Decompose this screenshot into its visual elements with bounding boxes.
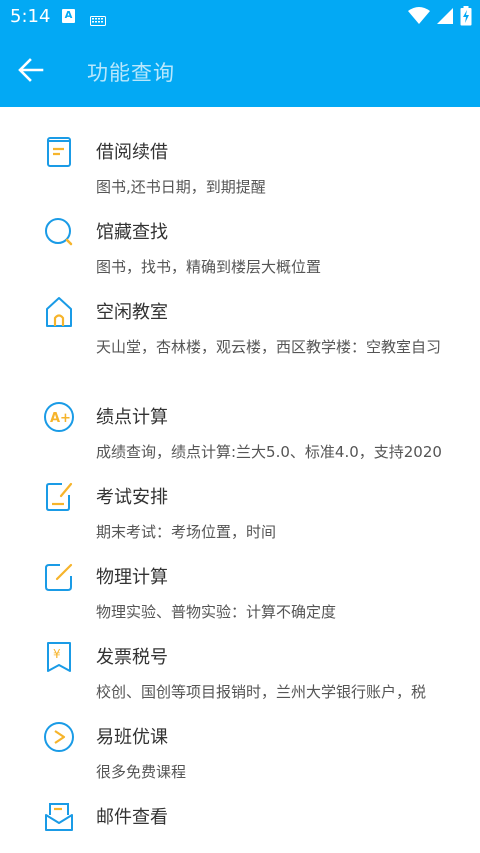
keyboard-icon <box>90 11 106 30</box>
item-title: 空闲教室 <box>96 302 168 323</box>
signal-icon <box>436 7 454 29</box>
back-button[interactable] <box>14 53 48 87</box>
item-subtitle: 校创、国创等项目报销时，兰州大学银行账户，税 <box>96 683 427 701</box>
list-item-mail[interactable]: 邮件查看 <box>0 800 480 845</box>
item-subtitle: 物理实验、普物实验：计算不确定度 <box>96 603 337 621</box>
app-bar: 功能查询 <box>0 33 480 107</box>
item-title: 邮件查看 <box>96 807 168 828</box>
list-item-exam[interactable]: 考试安排 期末考试：考场位置，时间 <box>0 480 480 550</box>
page-title: 功能查询 <box>87 61 175 85</box>
wifi-icon <box>408 7 430 29</box>
status-bar: 5:14 A <box>0 0 480 33</box>
invoice-icon: ¥ <box>42 640 76 674</box>
item-subtitle: 期末考试：考场位置，时间 <box>96 523 277 541</box>
item-subtitle: 图书,还书日期，到期提醒 <box>96 178 266 196</box>
notification-a-icon: A <box>62 9 75 23</box>
list-item-yiban[interactable]: 易班优课 很多免费课程 <box>0 720 480 790</box>
list-item-gpa[interactable]: A+ 绩点计算 成绩查询，绩点计算:兰大5.0、标准4.0，支持2020 <box>0 400 480 470</box>
item-subtitle: 图书，找书，精确到楼层大概位置 <box>96 258 322 276</box>
home-icon <box>42 295 76 329</box>
play-icon <box>42 720 76 754</box>
item-title: 物理计算 <box>96 567 168 588</box>
grade-icon: A+ <box>42 400 76 434</box>
book-icon <box>42 135 76 169</box>
item-subtitle: 天山堂，杏林楼，观云楼，西区教学楼：空教室自习 <box>96 338 442 356</box>
item-title: 发票税号 <box>96 647 168 668</box>
item-title: 绩点计算 <box>96 407 168 428</box>
item-title: 借阅续借 <box>96 142 168 163</box>
search-icon <box>42 215 76 249</box>
status-time: 5:14 <box>10 6 51 27</box>
list-item-borrow[interactable]: 借阅续借 图书,还书日期，到期提醒 <box>0 135 480 205</box>
mail-icon <box>42 800 76 834</box>
arrow-left-icon <box>18 58 44 82</box>
exam-icon <box>42 480 76 514</box>
item-title: 考试安排 <box>96 487 168 508</box>
item-title: 馆藏查找 <box>96 222 168 243</box>
list-item-invoice[interactable]: ¥ 发票税号 校创、国创等项目报销时，兰州大学银行账户，税 <box>0 640 480 710</box>
list-item-classroom[interactable]: 空闲教室 天山堂，杏林楼，观云楼，西区教学楼：空教室自习 <box>0 295 480 385</box>
item-title: 易班优课 <box>96 727 168 748</box>
list-item-catalog[interactable]: 馆藏查找 图书，找书，精确到楼层大概位置 <box>0 215 480 285</box>
item-subtitle: 很多免费课程 <box>96 763 187 781</box>
svg-text:¥: ¥ <box>53 647 61 661</box>
item-subtitle: 成绩查询，绩点计算:兰大5.0、标准4.0，支持2020 <box>96 443 442 461</box>
edit-icon <box>42 560 76 594</box>
list-item-physics[interactable]: 物理计算 物理实验、普物实验：计算不确定度 <box>0 560 480 630</box>
battery-icon <box>460 6 472 30</box>
svg-text:A+: A+ <box>50 411 71 426</box>
